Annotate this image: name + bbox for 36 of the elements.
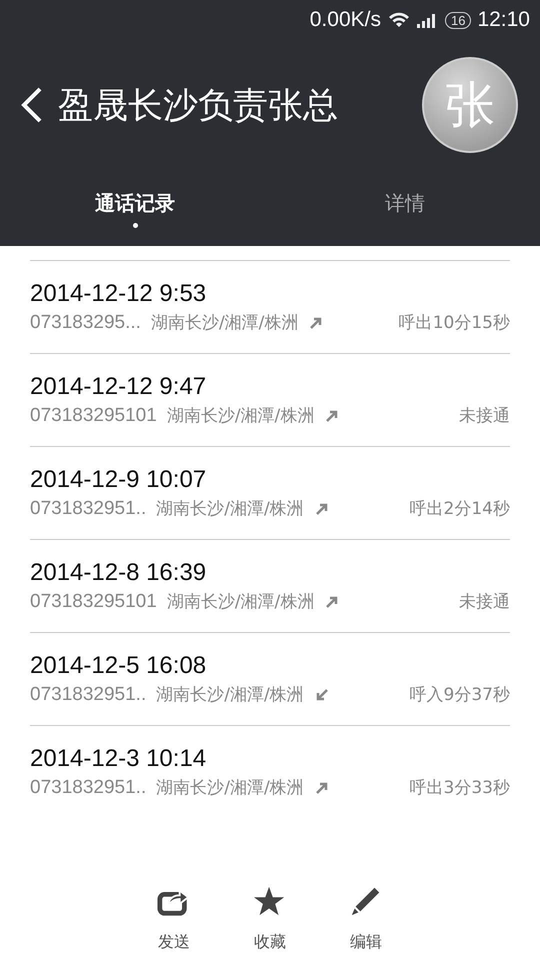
call-time: 2014-12-12 9:47 [30,373,208,401]
clock: 12:10 [477,8,530,32]
network-speed: 0.00K/s [310,8,381,32]
call-result: 呼出2分14秒 [410,498,510,520]
call-result: 未接通 [459,591,510,613]
tab[interactable]: 详情 [270,170,540,246]
phone-number: 073183295101 [30,590,157,612]
call-result: 未接通 [459,405,510,427]
phone-number: 0731832951.. [30,498,146,520]
contact-name: 盈晟长沙负责张总 [58,84,339,128]
action-button[interactable]: 编辑 [341,884,391,952]
call-location: 湖南长沙/湘潭/株洲 [166,591,314,613]
call-time: 2014-12-9 10:07 [30,466,208,494]
phone-number: 073183295... [30,312,141,334]
contact-avatar: 张 [422,57,518,153]
phone-number: 073183295101 [30,404,157,426]
call-result: 呼出3分33秒 [410,777,510,799]
call-time: 2014-12-5 16:08 [30,652,208,680]
action-button[interactable]: 收藏 [245,884,295,952]
call-location: 湖南长沙/湘潭/株洲 [150,312,298,334]
selected-dot [132,223,138,228]
sim-badge: 16 [444,12,472,28]
call-result: 呼入9分37秒 [410,684,510,706]
call-time: 2014-12-12 9:53 [30,280,208,308]
call-location: 湖南长沙/湘潭/株洲 [156,684,304,706]
call-location: 湖南长沙/湘潭/株洲 [156,498,304,520]
call-location: 湖南长沙/湘潭/株洲 [166,405,314,427]
action-button[interactable]: 发送 [149,884,199,952]
call-time: 2014-12-3 10:14 [30,745,208,773]
phone-number: 0731832951.. [30,776,146,798]
call-location: 湖南长沙/湘潭/株洲 [156,777,304,799]
tab[interactable]: 通话记录 [0,170,270,246]
phone-number: 0731832951.. [30,684,146,706]
wifi-icon [386,11,411,29]
call-result: 呼出10分15秒 [398,312,510,334]
call-time: 2014-12-8 16:39 [30,559,208,587]
